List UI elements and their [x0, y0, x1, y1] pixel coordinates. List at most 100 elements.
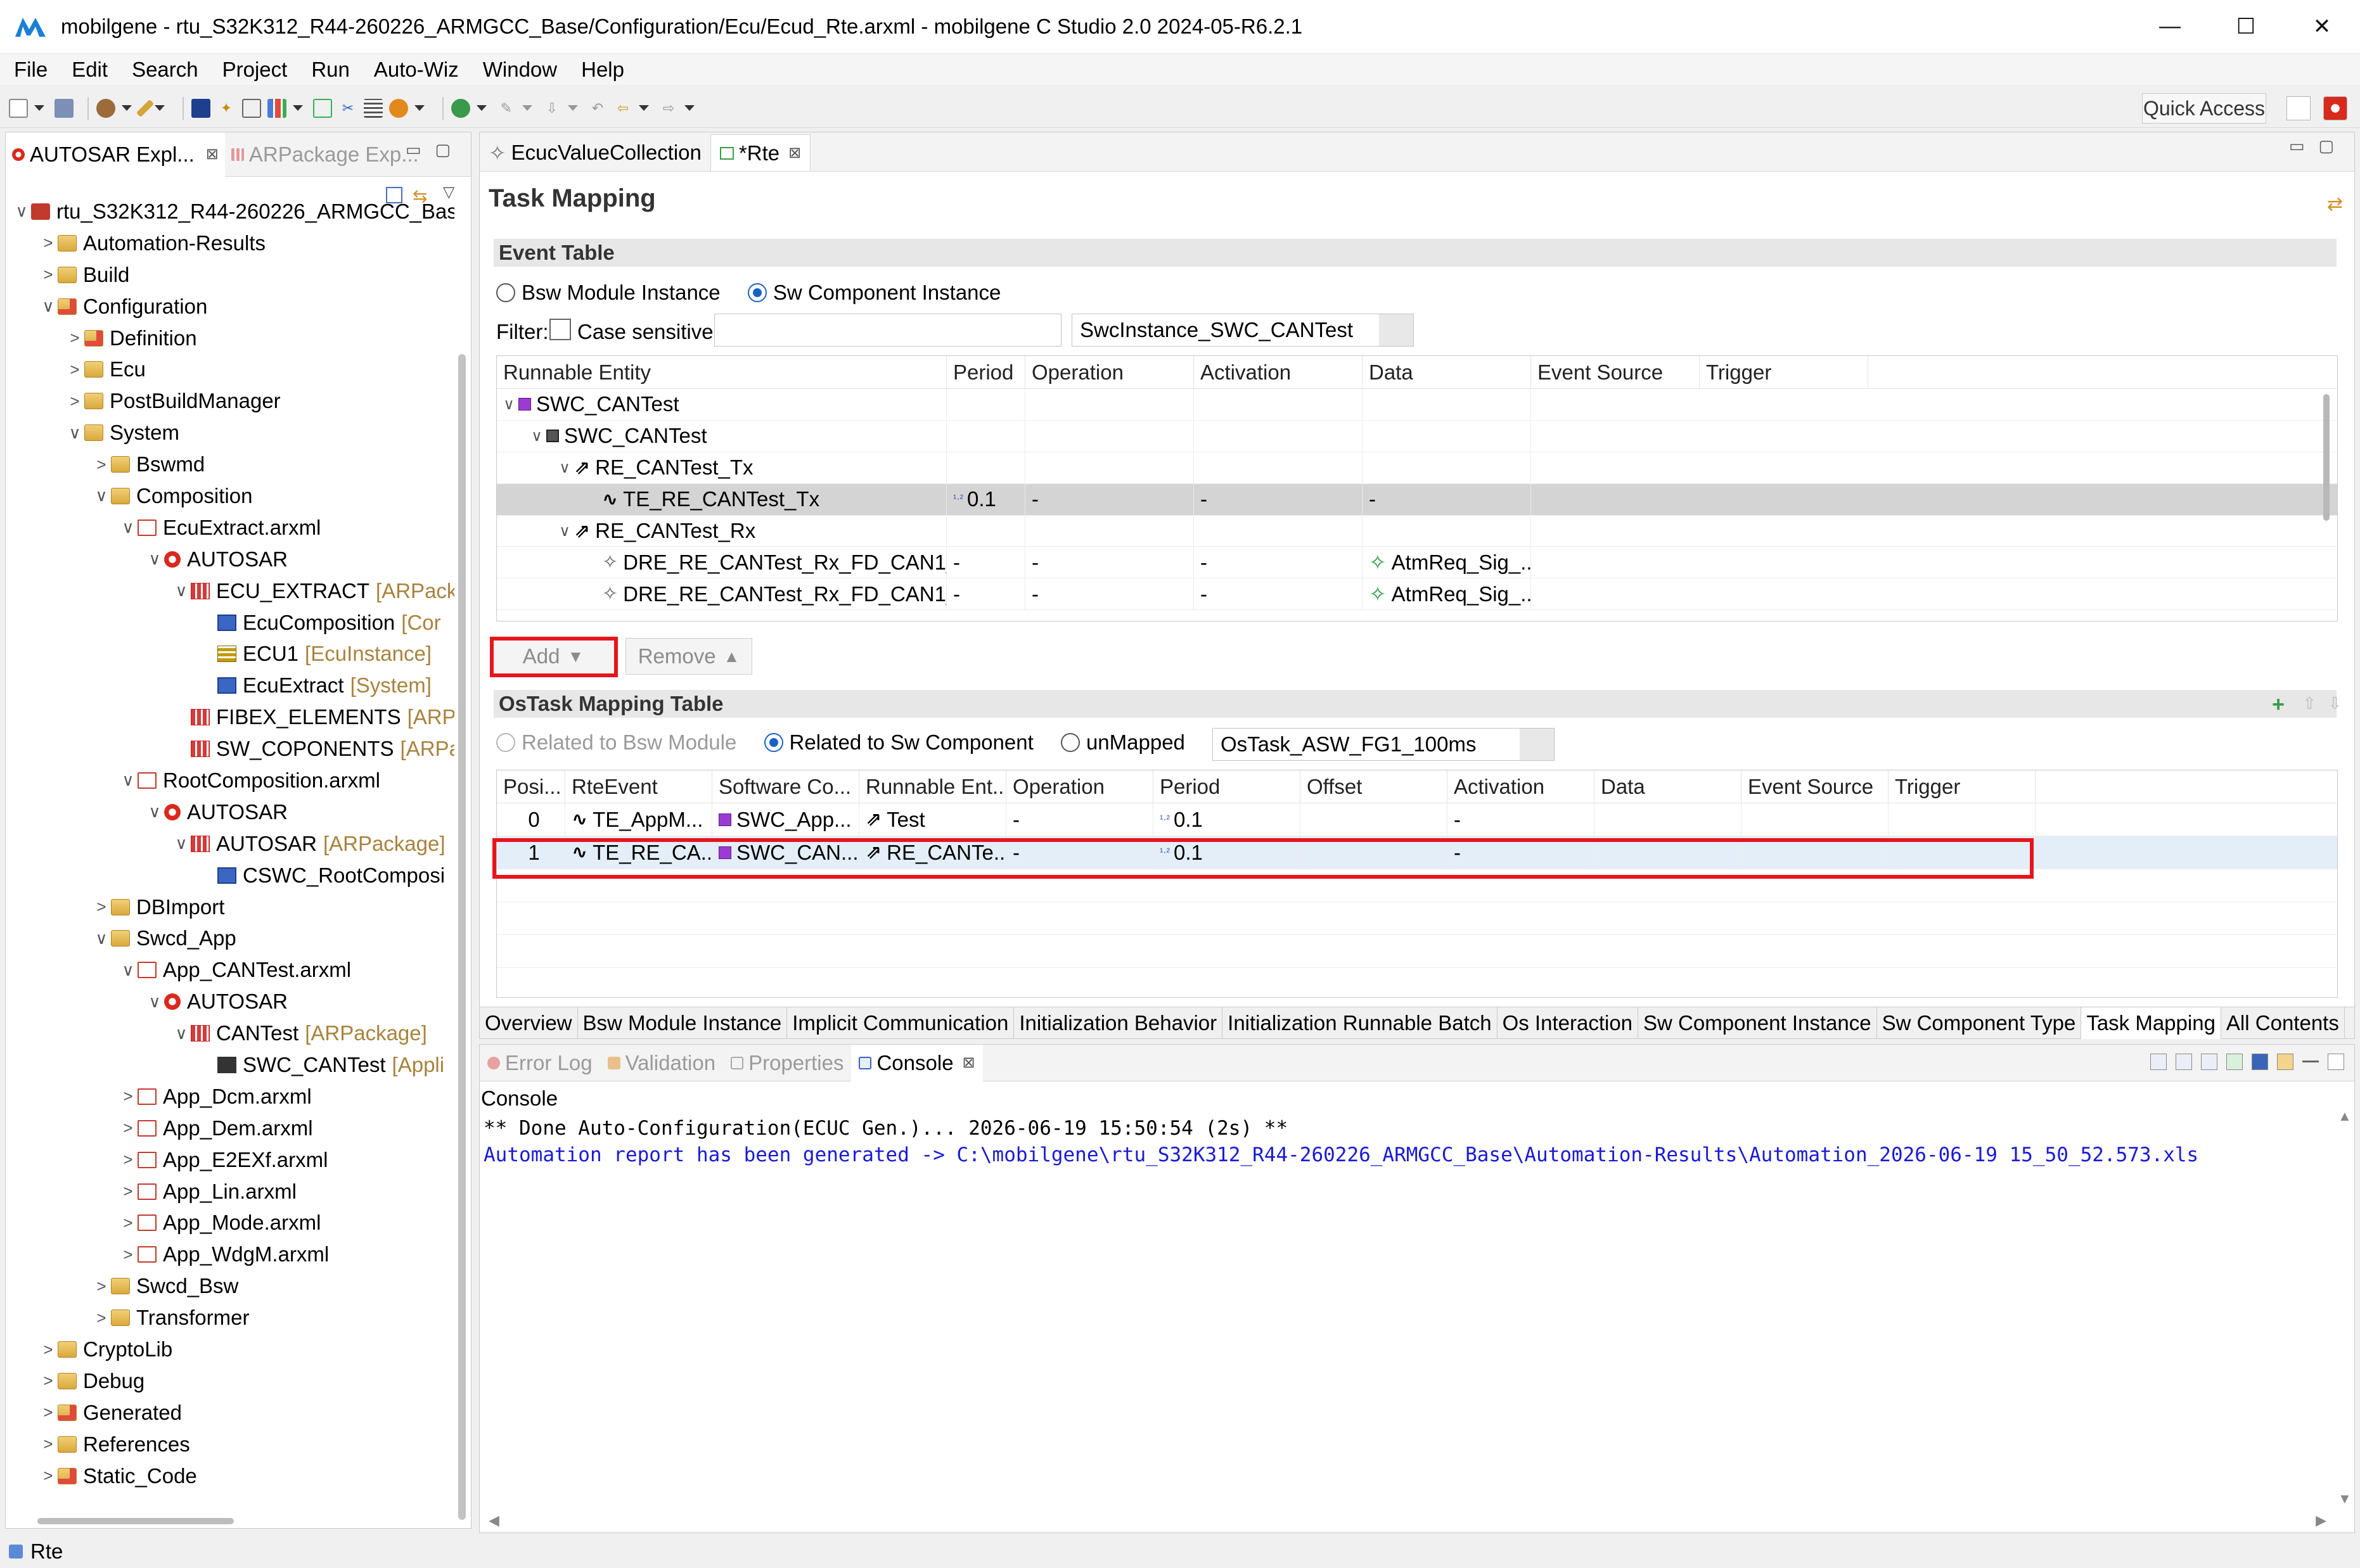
- expand-icon[interactable]: >: [119, 1245, 138, 1265]
- tree-node[interactable]: > References: [6, 1429, 454, 1460]
- tree-node[interactable]: ∨ Configuration: [6, 291, 454, 322]
- collapse-icon[interactable]: ∨: [145, 992, 164, 1012]
- close-icon[interactable]: ⊠: [206, 145, 219, 163]
- tree-node[interactable]: CSWC_RootComposi: [6, 860, 454, 891]
- collapse-icon[interactable]: ∨: [145, 802, 164, 822]
- column-header[interactable]: Posi...: [497, 770, 565, 803]
- tree-node[interactable]: ∨ AUTOSAR: [6, 544, 454, 575]
- back-icon[interactable]: ⇦: [613, 99, 632, 118]
- scroll-up-icon[interactable]: ▲: [2338, 1108, 2352, 1125]
- column-header[interactable]: Trigger: [1700, 356, 1868, 388]
- edit-icon[interactable]: [242, 98, 261, 118]
- scroll-down-icon[interactable]: ▼: [2338, 1491, 2352, 1507]
- expand-icon[interactable]: >: [39, 1403, 58, 1422]
- event-table-scrollbar[interactable]: [2323, 394, 2330, 521]
- page-tab-overview[interactable]: Overview: [480, 1007, 578, 1039]
- menu-window[interactable]: Window: [483, 58, 557, 82]
- history-back-icon[interactable]: ↶: [588, 99, 607, 118]
- expand-icon[interactable]: >: [119, 1150, 138, 1170]
- column-header[interactable]: Data: [1594, 770, 1741, 803]
- forward-icon[interactable]: ⇨: [659, 99, 678, 118]
- radio-related-swc[interactable]: Related to Sw Component: [764, 730, 1034, 755]
- tree-node[interactable]: ∨ AUTOSAR: [6, 986, 454, 1017]
- tree-node[interactable]: ∨ AUTOSAR: [6, 796, 454, 828]
- link-dropdown-icon[interactable]: [477, 105, 487, 111]
- event-table-row[interactable]: ✧ DRE_RE_CANTest_Rx_FD_CAN1_At - - - ✧ AtmReq_…: [497, 578, 2337, 611]
- menu-auto-wiz[interactable]: Auto-Wiz: [374, 58, 459, 82]
- column-header[interactable]: Runnable Ent...: [859, 770, 1006, 803]
- tree-node[interactable]: ∨ EcuExtract.arxml: [6, 512, 454, 544]
- console-horizontal-scrollbar[interactable]: ◀ ▶: [480, 1511, 2330, 1530]
- tab-validation[interactable]: Validation: [600, 1045, 724, 1081]
- minimize-button[interactable]: —: [2132, 0, 2208, 53]
- page-tab-os-interaction[interactable]: Os Interaction: [1497, 1007, 1639, 1039]
- radio-related-bsw[interactable]: Related to Bsw Module: [496, 730, 736, 755]
- open-perspective-icon[interactable]: [2286, 96, 2311, 120]
- maximize-button[interactable]: ☐: [2208, 0, 2284, 53]
- collapse-icon[interactable]: ∨: [92, 486, 111, 506]
- column-header[interactable]: Operation: [1006, 770, 1153, 803]
- tab-error-log[interactable]: Error Log: [480, 1045, 600, 1081]
- move-up-icon[interactable]: ⇧: [2302, 694, 2316, 713]
- build-dropdown-icon[interactable]: [122, 105, 132, 111]
- tree-node[interactable]: > Static_Code: [6, 1460, 454, 1492]
- tree-node[interactable]: ∨ CANTest [ARPackage]: [6, 1017, 454, 1049]
- column-header[interactable]: Software Co...: [712, 770, 859, 803]
- tree-node[interactable]: > Ecu: [6, 354, 454, 385]
- close-icon[interactable]: ⊠: [788, 144, 801, 162]
- page-tab-bsw-module-instance[interactable]: Bsw Module Instance: [578, 1007, 788, 1039]
- tree-node[interactable]: > DBImport: [6, 891, 454, 923]
- page-tab-all-contents[interactable]: All Contents: [2221, 1007, 2345, 1039]
- tree-node[interactable]: > Transformer: [6, 1302, 454, 1334]
- editor-minmax-icon[interactable]: ▭▢: [2289, 136, 2348, 156]
- move-down-icon[interactable]: ⇩: [2328, 694, 2342, 713]
- collapse-icon[interactable]: ∨: [12, 201, 31, 221]
- collapse-icon[interactable]: ∨: [527, 427, 546, 445]
- alert-dropdown-icon[interactable]: [414, 105, 425, 111]
- wand-icon[interactable]: [136, 99, 155, 117]
- refresh-icon[interactable]: ⇄: [2327, 193, 2343, 215]
- add-row-icon[interactable]: +: [2272, 692, 2285, 717]
- collapse-icon[interactable]: ∨: [119, 770, 138, 790]
- column-header[interactable]: Activation: [1447, 770, 1594, 803]
- back-dropdown-icon[interactable]: [639, 105, 649, 111]
- remove-button[interactable]: Remove ▲: [625, 638, 752, 675]
- collapse-icon[interactable]: ∨: [119, 960, 138, 980]
- tree-node[interactable]: > Definition: [6, 322, 454, 354]
- tree-node[interactable]: EcuComposition [Cor: [6, 607, 454, 639]
- menu-file[interactable]: File: [14, 58, 48, 82]
- expand-icon[interactable]: >: [39, 1340, 58, 1360]
- ostask-select[interactable]: OsTask_ASW_FG1_100ms: [1212, 728, 1555, 761]
- tree-node[interactable]: ∨ rtu_S32K312_R44-260226_ARMGCC_Base: [6, 196, 454, 227]
- scroll-left-icon[interactable]: ◀: [489, 1512, 499, 1529]
- expand-icon[interactable]: >: [119, 1213, 138, 1233]
- new-icon[interactable]: [9, 98, 28, 118]
- page-tab-task-mapping[interactable]: Task Mapping: [2081, 1007, 2221, 1039]
- scroll-right-icon[interactable]: ▶: [2316, 1512, 2326, 1529]
- collapse-icon[interactable]: ∨: [499, 395, 518, 414]
- alert-icon[interactable]: [389, 98, 408, 118]
- menu-help[interactable]: Help: [581, 58, 624, 82]
- page-tab-implicit-communication[interactable]: Implicit Communication: [787, 1007, 1015, 1039]
- expand-icon[interactable]: >: [65, 328, 84, 348]
- console-vertical-scrollbar[interactable]: ▲ ▼: [2334, 1108, 2353, 1507]
- tools-icon[interactable]: ✂: [338, 99, 357, 118]
- tree-node[interactable]: > Automation-Results: [6, 227, 454, 259]
- tab-arpackage-explorer[interactable]: ARPackage Exp...: [225, 132, 425, 177]
- save-icon[interactable]: [55, 98, 74, 118]
- column-header[interactable]: Event Source: [1741, 770, 1889, 803]
- tree-node[interactable]: ∨ System: [6, 417, 454, 449]
- tree-node[interactable]: > CryptoLib: [6, 1334, 454, 1365]
- filter-input[interactable]: [714, 314, 1061, 347]
- event-table-row[interactable]: ∨ SWC_CANTest: [497, 389, 2337, 421]
- column-header[interactable]: Data: [1363, 356, 1531, 388]
- tree-node[interactable]: > Bswmd: [6, 449, 454, 480]
- tree-node[interactable]: ECU1 [EcuInstance]: [6, 638, 454, 670]
- collapse-icon[interactable]: ∨: [172, 1024, 191, 1043]
- expand-icon[interactable]: >: [92, 897, 111, 917]
- tree-node[interactable]: FIBEX_ELEMENTS[ARPa: [6, 701, 454, 733]
- tree-node[interactable]: > App_Mode.arxml: [6, 1208, 454, 1239]
- word-wrap-icon[interactable]: [2201, 1054, 2217, 1070]
- tree-node[interactable]: ∨ Swcd_App: [6, 922, 454, 954]
- tree-node[interactable]: > App_Dcm.arxml: [6, 1081, 454, 1112]
